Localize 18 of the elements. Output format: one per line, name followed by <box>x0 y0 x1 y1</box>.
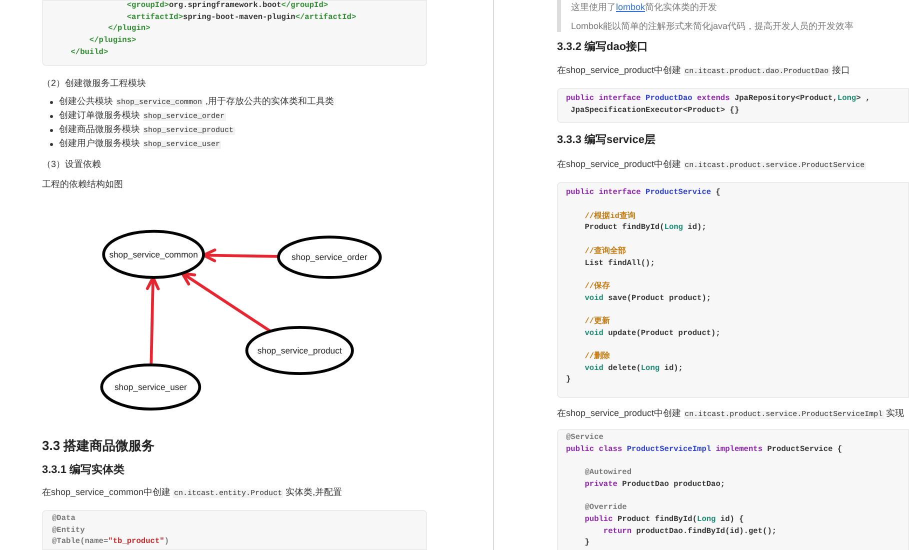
step-text: （3）设置依赖 <box>42 158 102 170</box>
node-label: shop_service_order <box>292 252 368 263</box>
section-heading: 3.3 搭建商品微服务 <box>42 438 155 454</box>
bullet-icon <box>50 100 53 104</box>
quote-text: Lombok能以简单的注解形式来简化java代码，提高开发人员的开发效率 <box>571 20 854 32</box>
bullet-icon <box>50 128 53 132</box>
link[interactable]: lombok <box>616 2 646 12</box>
quote-text: 这里使用了lombok简化实体类的开发 <box>571 1 718 13</box>
section-heading: 3.3.2 编写dao接口 <box>557 40 648 54</box>
section-heading: 3.3.1 编写实体类 <box>42 462 125 477</box>
bullet-icon <box>50 114 53 118</box>
node-label: shop_service_user <box>114 382 187 392</box>
section-heading: 3.3.3 编写service层 <box>557 133 656 148</box>
bullet-icon <box>50 142 53 146</box>
figure-caption: 工程的依赖结构如图 <box>42 178 124 190</box>
node-label: shop_service_product <box>257 346 342 356</box>
node-label: shop_service_common <box>109 250 198 260</box>
step-text: （2）创建微服务工程模块 <box>42 77 148 90</box>
